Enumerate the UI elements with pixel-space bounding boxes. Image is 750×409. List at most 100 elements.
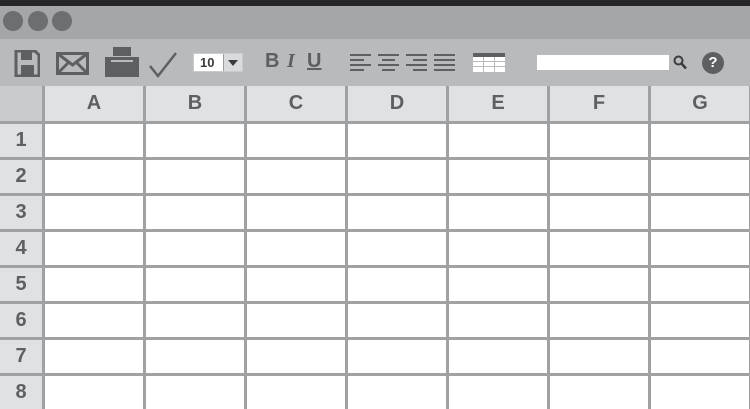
cell-f2[interactable] [550,160,648,193]
underline-button[interactable]: U [307,50,321,73]
cell-e1[interactable] [449,124,547,157]
search-input[interactable] [537,55,669,70]
cell-c1[interactable] [247,124,345,157]
row-header-5[interactable]: 5 [0,268,42,301]
cell-f6[interactable] [550,304,648,337]
mail-button[interactable] [56,52,89,75]
minimize-window-button[interactable] [28,11,48,31]
column-header-d[interactable]: D [348,86,446,121]
cell-f7[interactable] [550,340,648,373]
cell-b3[interactable] [146,196,244,229]
cell-c5[interactable] [247,268,345,301]
cell-d6[interactable] [348,304,446,337]
close-window-button[interactable] [3,11,23,31]
row-header-8[interactable]: 8 [0,376,42,409]
cell-d1[interactable] [348,124,446,157]
cell-f8[interactable] [550,376,648,409]
insert-table-button[interactable] [473,53,505,72]
cell-a5[interactable] [45,268,143,301]
cell-b1[interactable] [146,124,244,157]
cell-a7[interactable] [45,340,143,373]
cell-b2[interactable] [146,160,244,193]
row-header-4[interactable]: 4 [0,232,42,265]
cell-a2[interactable] [45,160,143,193]
row-header-3[interactable]: 3 [0,196,42,229]
column-header-e[interactable]: E [449,86,547,121]
row-header-2[interactable]: 2 [0,160,42,193]
cell-g5[interactable] [651,268,749,301]
cell-f1[interactable] [550,124,648,157]
spellcheck-button[interactable] [148,52,178,78]
cell-d3[interactable] [348,196,446,229]
cell-d2[interactable] [348,160,446,193]
cell-a3[interactable] [45,196,143,229]
column-header-g[interactable]: G [651,86,749,121]
cell-g8[interactable] [651,376,749,409]
justify-icon [434,54,455,71]
cell-g7[interactable] [651,340,749,373]
dropdown-arrow-icon[interactable] [223,54,242,71]
cell-f3[interactable] [550,196,648,229]
align-center-icon [378,54,399,71]
cell-e4[interactable] [449,232,547,265]
cell-g6[interactable] [651,304,749,337]
search-icon [673,55,687,70]
cell-b8[interactable] [146,376,244,409]
row-header-6[interactable]: 6 [0,304,42,337]
maximize-window-button[interactable] [52,11,72,31]
justify-button[interactable] [434,54,455,71]
cell-e2[interactable] [449,160,547,193]
align-center-button[interactable] [378,54,399,71]
cell-f5[interactable] [550,268,648,301]
cell-d8[interactable] [348,376,446,409]
column-header-b[interactable]: B [146,86,244,121]
align-right-icon [406,54,427,71]
cell-b6[interactable] [146,304,244,337]
cell-a6[interactable] [45,304,143,337]
cell-e3[interactable] [449,196,547,229]
align-right-button[interactable] [406,54,427,71]
italic-button[interactable]: I [287,50,295,73]
cell-e6[interactable] [449,304,547,337]
cell-b5[interactable] [146,268,244,301]
cell-g4[interactable] [651,232,749,265]
cell-c7[interactable] [247,340,345,373]
column-header-c[interactable]: C [247,86,345,121]
print-button[interactable] [105,47,139,77]
cell-b7[interactable] [146,340,244,373]
toolbar: 10 B I U ? [0,39,750,86]
font-size-value: 10 [200,55,215,70]
align-left-button[interactable] [350,54,371,71]
cell-c4[interactable] [247,232,345,265]
cell-c8[interactable] [247,376,345,409]
cell-c2[interactable] [247,160,345,193]
column-header-a[interactable]: A [45,86,143,121]
search-button[interactable] [673,55,687,70]
cell-g3[interactable] [651,196,749,229]
cell-c3[interactable] [247,196,345,229]
cell-g2[interactable] [651,160,749,193]
save-button[interactable] [14,50,40,77]
cell-g1[interactable] [651,124,749,157]
font-size-select[interactable]: 10 [193,53,243,72]
help-button[interactable]: ? [702,52,724,74]
mail-icon [56,52,89,75]
bold-button[interactable]: B [265,50,279,73]
cell-e8[interactable] [449,376,547,409]
cell-e7[interactable] [449,340,547,373]
cell-e5[interactable] [449,268,547,301]
column-header-f[interactable]: F [550,86,648,121]
row-header-1[interactable]: 1 [0,124,42,157]
checkmark-icon [149,52,177,78]
cell-a4[interactable] [45,232,143,265]
cell-d7[interactable] [348,340,446,373]
cell-c6[interactable] [247,304,345,337]
cell-d5[interactable] [348,268,446,301]
row-header-7[interactable]: 7 [0,340,42,373]
cell-a8[interactable] [45,376,143,409]
select-all-corner[interactable] [0,86,42,121]
cell-b4[interactable] [146,232,244,265]
cell-d4[interactable] [348,232,446,265]
cell-f4[interactable] [550,232,648,265]
cell-a1[interactable] [45,124,143,157]
